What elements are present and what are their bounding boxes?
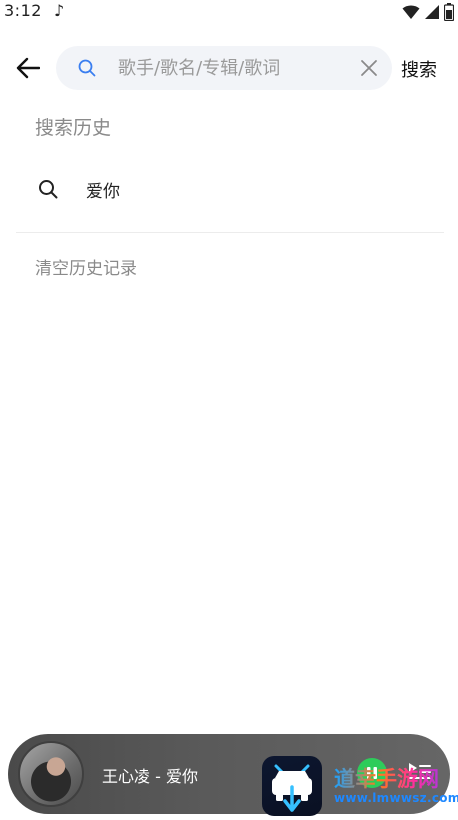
- track-title: 王心凌 - 爱你: [102, 767, 198, 786]
- app-logo: [262, 756, 322, 816]
- album-art[interactable]: [18, 741, 84, 807]
- history-item[interactable]: 爱你: [16, 166, 444, 212]
- history-title: 搜索历史: [35, 117, 112, 139]
- status-bar: 3:12 ♪: [0, 0, 458, 24]
- clear-search-button[interactable]: [360, 59, 378, 77]
- cellular-icon: [425, 5, 439, 19]
- status-time: 3:12: [4, 1, 42, 20]
- watermark-url: www.lmwwsz.com: [334, 791, 458, 805]
- search-input[interactable]: [118, 46, 348, 90]
- history-item-label: 爱你: [86, 182, 120, 202]
- wifi-icon: [402, 5, 420, 19]
- status-icons: [402, 3, 454, 21]
- search-icon: [78, 59, 96, 77]
- divider: [16, 232, 444, 233]
- search-icon: [38, 179, 58, 199]
- close-icon: [361, 60, 377, 76]
- watermark-text: 道幸手游网: [334, 767, 458, 791]
- clear-history-button[interactable]: 清空历史记录: [35, 254, 137, 279]
- arrow-left-icon: [16, 57, 40, 79]
- search-box[interactable]: [56, 46, 392, 90]
- search-header: 搜索: [0, 44, 458, 92]
- watermark: 道幸手游网 www.lmwwsz.com: [334, 767, 458, 805]
- battery-icon: [444, 3, 454, 21]
- search-submit-button[interactable]: 搜索: [401, 56, 437, 82]
- back-button[interactable]: [12, 54, 44, 82]
- music-note-icon: ♪: [54, 1, 65, 20]
